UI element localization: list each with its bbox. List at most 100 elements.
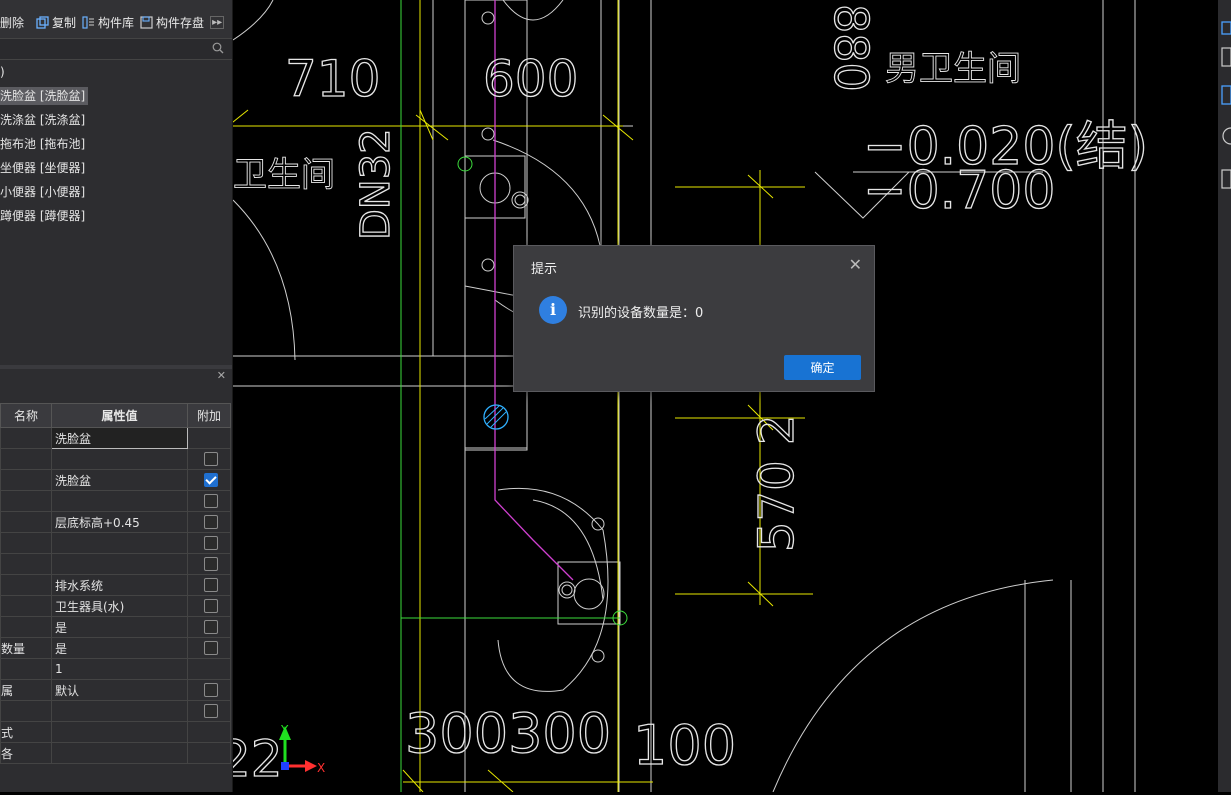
property-row[interactable]: 是 [0,616,231,638]
extra-checkbox[interactable] [203,578,218,592]
dim-880: 880 [824,4,878,92]
tool-icon[interactable] [1221,85,1231,105]
prompt-dialog: 提示 ✕ i 识别的设备数量是：0 确定 [513,245,875,392]
extra-checkbox[interactable] [203,704,218,718]
property-value[interactable] [51,742,188,764]
extra-checkbox[interactable] [203,536,218,550]
extra-checkbox[interactable] [203,641,218,655]
tree-item-mop-pool[interactable]: 拖布池 [拖布池] [0,132,232,156]
property-value[interactable] [51,448,188,470]
pipe-label-dn32: DN32 [353,128,399,240]
extra-checkbox[interactable] [203,599,218,613]
info-icon: i [539,296,567,324]
property-value[interactable]: 是 [51,616,188,638]
property-extra [187,574,231,596]
cad-drawing: 710 600 880 男卫生间 卫生间 DN32 −0.020(结) −0.7… [218,0,1149,793]
tree-root[interactable]: ) [0,60,232,84]
property-extra [187,679,231,701]
header-value: 属性值 [51,403,188,428]
property-value[interactable] [51,532,188,554]
property-value[interactable]: 1 [51,658,188,680]
property-row[interactable]: 卫生器具(水) [0,595,231,617]
property-row[interactable] [0,553,231,575]
property-row[interactable]: 排水系统 [0,574,231,596]
tree-item-washbasin[interactable]: 洗脸盆 [洗脸盆] [0,84,232,108]
search-icon[interactable] [212,42,224,54]
property-row[interactable] [0,532,231,554]
extra-checkbox[interactable] [203,494,218,508]
extra-checkbox[interactable] [203,620,218,634]
axis-y-label: Y [280,723,289,737]
property-row[interactable]: 属默认 [0,679,231,701]
dim-left: 22 [233,730,283,788]
property-table: 名称 属性值 附加 洗脸盆 洗脸盆 层底标高+0.45 排水系统 卫生器具(水) 是数量是… [0,403,231,764]
more-icon[interactable]: ▸▸ [210,15,225,29]
extra-checkbox[interactable] [203,473,218,487]
room-label-men: 男卫生间 [885,49,1021,89]
close-icon[interactable]: ✕ [849,255,862,274]
save-component-button[interactable]: 构件存盘 [140,14,204,31]
tool-icon[interactable] [1221,21,1231,35]
extra-checkbox[interactable] [203,557,218,571]
extra-checkbox[interactable] [203,452,218,466]
axis-x-label: X [317,761,325,775]
property-name: 属 [0,679,52,701]
property-row[interactable]: 洗脸盆 [0,469,231,491]
component-panel: 删除 复制 构件库 构件存盘 ▸▸ ) 洗脸盆 [洗脸盆] 洗涤盆 [洗涤盆] … [0,0,233,792]
tool-icon[interactable] [1221,47,1231,67]
property-extra [187,532,231,554]
delete-button[interactable]: 删除 [0,14,24,31]
extra-checkbox[interactable] [203,515,218,529]
header-extra: 附加 [187,403,231,428]
property-name: 式 [0,721,52,743]
property-value[interactable]: 洗脸盆 [51,427,188,449]
tree-item-urinal[interactable]: 小便器 [小便器] [0,180,232,204]
property-extra [187,658,231,680]
property-row[interactable] [0,700,231,722]
cad-canvas[interactable]: 710 600 880 男卫生间 卫生间 DN32 −0.020(结) −0.7… [218,0,1231,793]
property-extra [187,637,231,659]
tree-item-sink[interactable]: 洗涤盆 [洗涤盆] [0,108,232,132]
property-name: 各 [0,742,52,764]
property-value[interactable] [51,721,188,743]
copy-icon [36,15,49,29]
tree-item-squat-toilet[interactable]: 蹲便器 [蹲便器] [0,204,232,228]
property-value[interactable]: 是 [51,637,188,659]
header-name: 名称 [0,403,52,428]
dim-100: 100 [633,714,736,777]
property-row[interactable]: 式 [0,721,231,743]
property-row[interactable]: 洗脸盆 [0,427,231,449]
property-value[interactable]: 层底标高+0.45 [51,511,188,533]
property-row[interactable]: 数量是 [0,637,231,659]
property-name [0,553,52,575]
property-extra [187,700,231,722]
property-row[interactable] [0,490,231,512]
close-icon[interactable]: ✕ [217,369,226,382]
property-value[interactable]: 排水系统 [51,574,188,596]
save-component-label: 构件存盘 [156,15,205,30]
property-row[interactable]: 层底标高+0.45 [0,511,231,533]
tool-icon[interactable] [1221,169,1231,189]
property-value[interactable]: 洗脸盆 [51,469,188,491]
property-value[interactable] [51,490,188,512]
property-row[interactable]: 1 [0,658,231,680]
right-tool-strip [1218,0,1231,792]
property-extra [187,427,231,449]
tree-item-toilet[interactable]: 坐便器 [坐便器] [0,156,232,180]
property-row[interactable] [0,448,231,470]
property-value[interactable] [51,700,188,722]
library-button[interactable]: 构件库 [82,14,134,31]
elevation-label-2: −0.700 [863,161,1055,221]
ucs-axis-icon: Y X [279,723,325,775]
tool-icon[interactable] [1222,127,1231,145]
property-row[interactable]: 各 [0,742,231,764]
ok-button[interactable]: 确定 [784,355,861,380]
property-name [0,658,52,680]
extra-checkbox[interactable] [203,683,218,697]
property-value[interactable]: 默认 [51,679,188,701]
copy-button[interactable]: 复制 [36,14,76,31]
search-input[interactable] [0,38,232,60]
property-name [0,595,52,617]
property-value[interactable]: 卫生器具(水) [51,595,188,617]
property-value[interactable] [51,553,188,575]
